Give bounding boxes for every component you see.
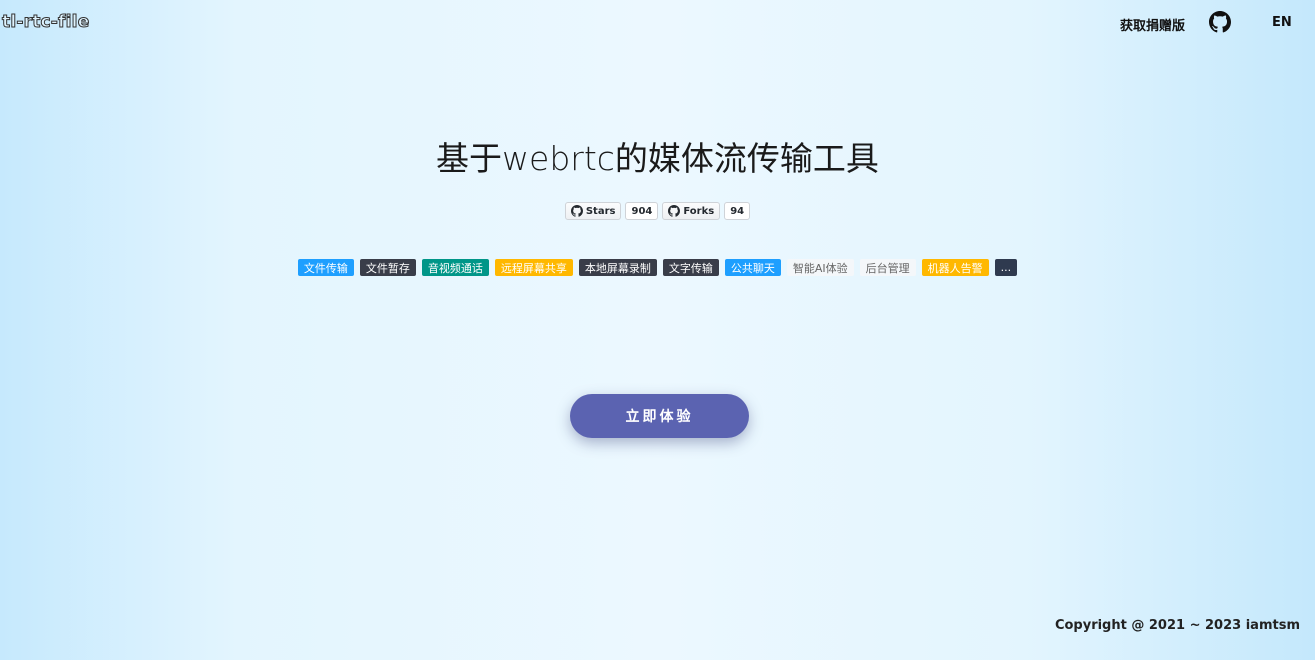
feature-tags: 文件传输 文件暂存 音视频通话 远程屏幕共享 本地屏幕录制 文字传输 公共聊天 智能AI体验后… [0,259,1315,276]
github-icon [570,205,583,217]
language-toggle[interactable]: EN [1272,15,1292,30]
feature-tag[interactable]: ... [994,259,1018,276]
try-now-button[interactable]: 立即体验 [570,394,749,438]
github-forks-button[interactable]: Forks [662,202,721,220]
feature-tag[interactable]: 文件暂存 [359,259,416,276]
github-icon[interactable] [1209,11,1231,33]
github-stars-count[interactable]: 904 [625,202,659,220]
github-badges: Stars 904 Forks 94 [0,202,1315,220]
feature-tag[interactable]: 音视频通话 [421,259,489,276]
copyright-text: Copyright @ 2021 ~ 2023 iamtsm [1054,618,1300,633]
page-title: 基于webrtc的媒体流传输工具 [436,139,879,178]
feature-tag[interactable]: 智能AI体验 [786,259,854,276]
github-icon [668,205,681,217]
donate-version-link[interactable]: 获取捐赠版 [1120,15,1185,34]
github-forks-count[interactable]: 94 [724,202,751,220]
feature-tag[interactable]: 文件传输 [297,259,354,276]
site-logo[interactable]: tl-rtc-file [1,12,89,33]
feature-tag[interactable]: 后台管理 [859,259,916,276]
feature-tag[interactable]: 公共聊天 [724,259,781,276]
feature-tag[interactable]: 文字传输 [662,259,719,276]
feature-tag[interactable]: 远程屏幕共享 [494,259,573,276]
feature-tag[interactable]: 本地屏幕录制 [578,259,657,276]
feature-tag[interactable]: 机器人告警 [921,259,989,276]
github-stars-button[interactable]: Stars [564,202,622,220]
github-stars-label: Stars [585,205,616,217]
github-forks-label: Forks [683,205,715,217]
